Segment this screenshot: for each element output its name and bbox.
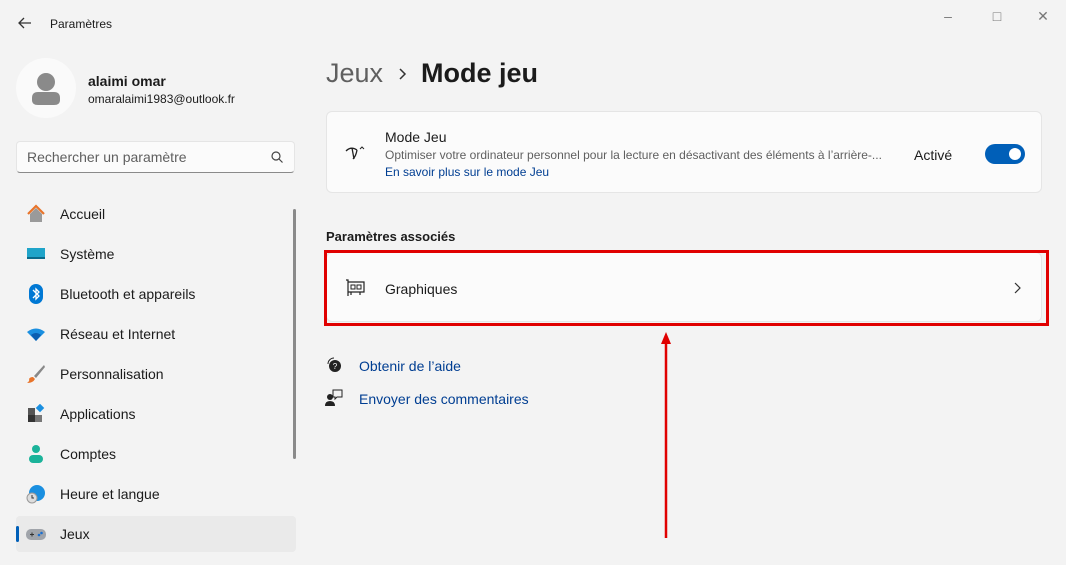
- graphics-card-icon: [346, 279, 365, 296]
- sidebar-item-jeux[interactable]: Jeux: [16, 516, 296, 552]
- display-icon: [26, 244, 46, 264]
- section-heading: Paramètres associés: [326, 229, 456, 244]
- brush-icon: [26, 364, 46, 384]
- learn-more-link[interactable]: En savoir plus sur le mode Jeu: [385, 165, 549, 179]
- account-icon: [26, 444, 46, 464]
- back-icon[interactable]: [16, 14, 34, 32]
- window-title: Paramètres: [50, 17, 113, 31]
- sidebar-item-comptes[interactable]: Comptes: [16, 436, 296, 472]
- breadcrumb: Jeux Mode jeu: [326, 58, 538, 89]
- game-mode-title: Mode Jeu: [385, 129, 447, 145]
- annotation-arrow-icon: [661, 332, 671, 538]
- gamepad-icon: [26, 524, 46, 544]
- sidebar-item-reseau[interactable]: Réseau et Internet: [16, 316, 296, 352]
- sidebar-item-bluetooth[interactable]: Bluetooth et appareils: [16, 276, 296, 312]
- sidebar-item-heure[interactable]: Heure et langue: [16, 476, 296, 512]
- avatar[interactable]: [16, 58, 76, 118]
- close-button[interactable]: ✕: [1033, 8, 1053, 26]
- search-placeholder: Rechercher un paramètre: [27, 149, 187, 165]
- game-mode-description: Optimiser votre ordinateur personnel pou…: [385, 148, 882, 162]
- search-input[interactable]: Rechercher un paramètre: [16, 141, 295, 173]
- help-icon: ?: [327, 357, 341, 372]
- sidebar-item-applications[interactable]: Applications: [16, 396, 296, 432]
- send-feedback-link[interactable]: Envoyer des commentaires: [359, 391, 529, 407]
- chevron-right-icon: [1014, 282, 1021, 294]
- maximize-button[interactable]: □: [987, 8, 1007, 26]
- breadcrumb-parent[interactable]: Jeux: [326, 58, 383, 89]
- sidebar-item-systeme[interactable]: Système: [16, 236, 296, 272]
- get-help-link[interactable]: Obtenir de l’aide: [359, 358, 461, 374]
- minimize-button[interactable]: –: [938, 8, 958, 26]
- toggle-status: Activé: [914, 147, 953, 163]
- user-name: alaimi omar: [88, 73, 166, 89]
- graphics-label: Graphiques: [385, 281, 458, 297]
- user-icon: [32, 73, 60, 105]
- search-icon[interactable]: [270, 150, 284, 164]
- graphics-settings-item[interactable]: Graphiques: [326, 252, 1042, 322]
- sidebar-nav: Accueil Système Bluetooth et appareils R…: [16, 196, 296, 556]
- game-mode-card: Mode Jeu Optimiser votre ordinateur pers…: [326, 111, 1042, 193]
- wifi-icon: [26, 324, 46, 344]
- chevron-right-icon: [399, 67, 407, 80]
- feedback-icon: [325, 389, 343, 406]
- page-title: Mode jeu: [421, 58, 539, 88]
- sidebar-item-personnalisation[interactable]: Personnalisation: [16, 356, 296, 392]
- game-mode-icon: [345, 146, 365, 160]
- game-mode-toggle[interactable]: [985, 144, 1025, 164]
- sidebar-scrollbar[interactable]: [293, 209, 296, 459]
- sidebar-item-accueil[interactable]: Accueil: [16, 196, 296, 232]
- bluetooth-icon: [26, 284, 46, 304]
- globe-clock-icon: [26, 484, 46, 504]
- home-icon: [26, 204, 46, 224]
- apps-icon: [26, 404, 46, 424]
- svg-text:?: ?: [333, 362, 338, 371]
- user-email: omaralaimi1983@outlook.fr: [88, 92, 235, 106]
